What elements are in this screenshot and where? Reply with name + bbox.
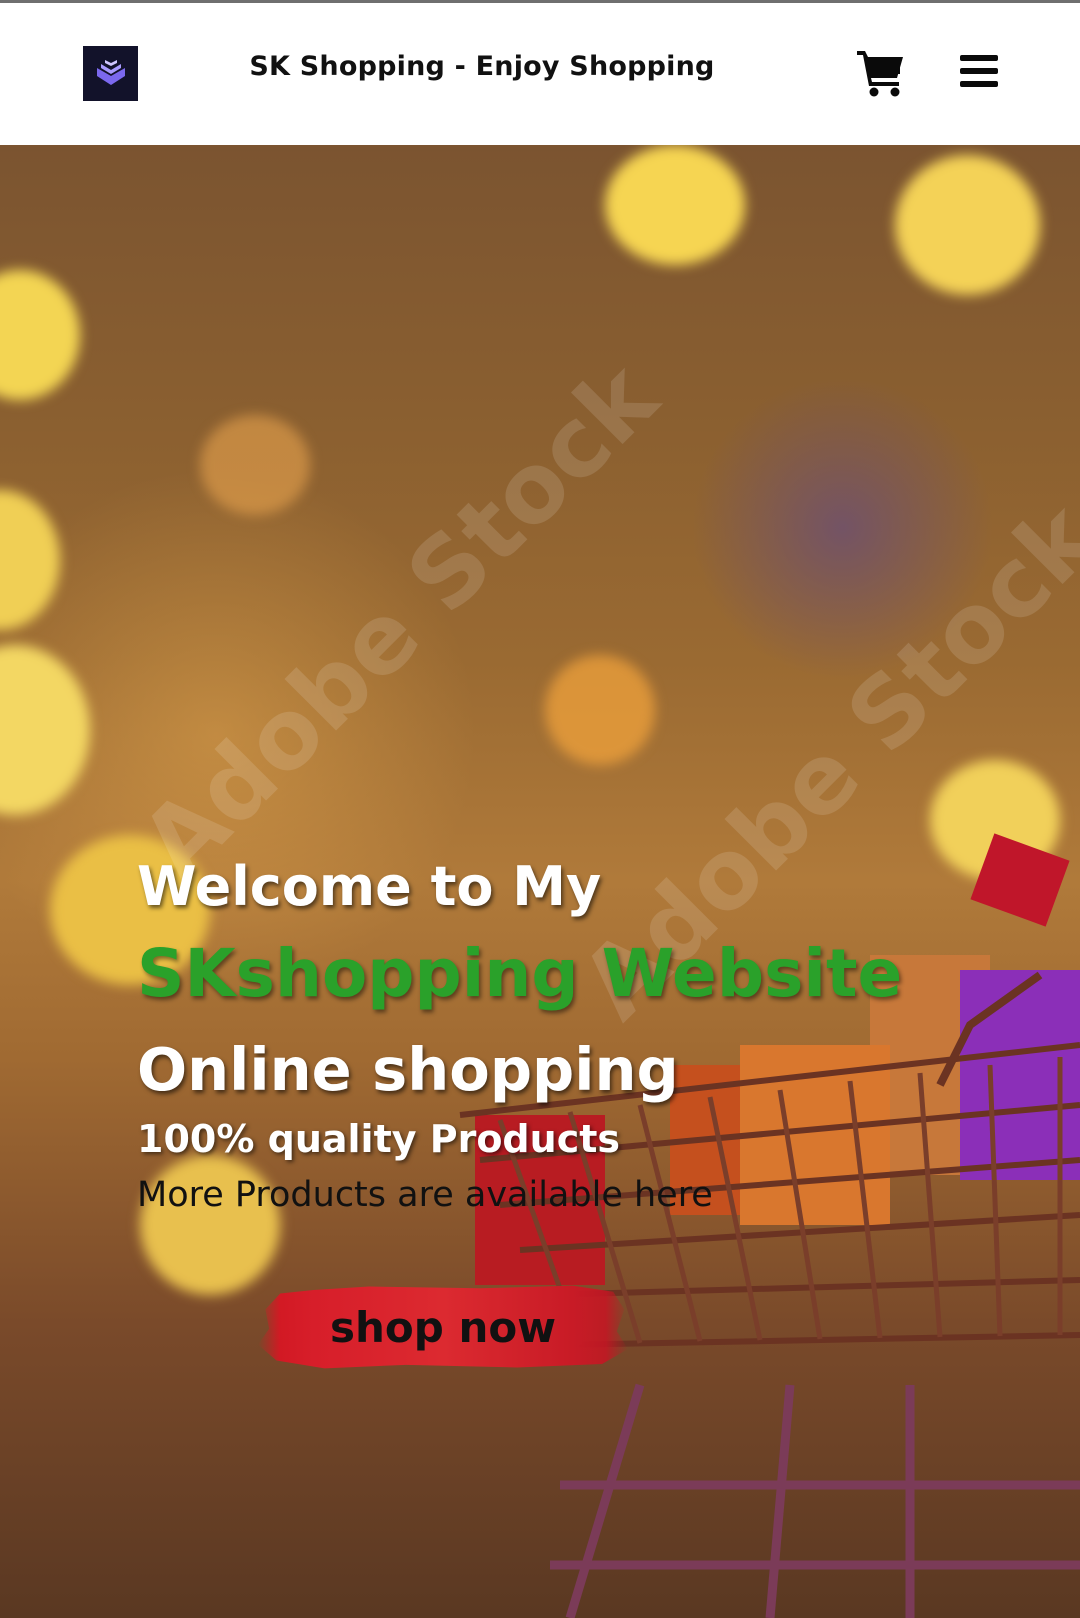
site-header: SK Shopping - Enjoy Shopping bbox=[0, 3, 1080, 145]
cart-button[interactable] bbox=[855, 47, 907, 97]
tagline-heading: Online shopping bbox=[137, 1035, 679, 1104]
more-products-text: More Products are available here bbox=[137, 1175, 713, 1215]
welcome-heading: Welcome to My bbox=[137, 855, 602, 918]
bokeh-light bbox=[0, 270, 80, 400]
bokeh-light bbox=[0, 490, 60, 630]
hamburger-menu-icon bbox=[960, 55, 998, 87]
shopping-cart-icon bbox=[857, 51, 903, 97]
bokeh-light bbox=[545, 655, 655, 765]
bokeh-light bbox=[605, 145, 745, 265]
bokeh-light bbox=[895, 155, 1040, 295]
shop-now-button[interactable]: shop now bbox=[258, 1285, 628, 1369]
brand-heading: SKshopping Website bbox=[137, 935, 903, 1012]
bokeh-light bbox=[200, 415, 310, 515]
hero-banner: Adobe Stock Adobe Stock Welcome to My SK… bbox=[0, 145, 1080, 1618]
quality-subheading: 100% quality Products bbox=[137, 1117, 620, 1161]
menu-button[interactable] bbox=[958, 51, 1000, 91]
site-title: SK Shopping - Enjoy Shopping bbox=[249, 51, 715, 82]
bokeh-light bbox=[0, 645, 90, 815]
